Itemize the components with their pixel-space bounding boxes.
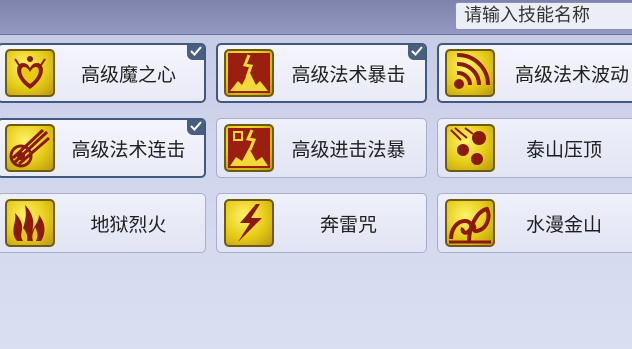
skill-card-label: 高级进击法暴 (291, 138, 406, 161)
skill-card-water-flood[interactable]: 水漫金山 (437, 193, 632, 253)
falling-rocks-icon (445, 124, 495, 172)
skill-card-spell-wave[interactable]: 高级法术波动 (437, 43, 632, 103)
checkmark-icon (187, 45, 204, 60)
skill-grid: 高级魔之心 高级法术暴击 高级法术波动 高级法术连击 高级进击法暴 泰山压顶 地… (0, 0, 632, 349)
skill-card-hellfire[interactable]: 地狱烈火 (0, 193, 206, 253)
water-flood-icon (445, 199, 495, 247)
skill-card-label: 高级法术波动 (515, 63, 630, 86)
skill-card-spell-combo[interactable]: 高级法术连击 (0, 118, 206, 178)
skill-card-lightning[interactable]: 奔雷咒 (216, 193, 427, 253)
spell-wave-icon (445, 49, 495, 97)
spell-crit-icon (224, 49, 274, 97)
skill-card-advance-crit[interactable]: 高级进击法暴 (216, 118, 427, 178)
skill-card-label: 地狱烈火 (90, 213, 167, 236)
checkmark-icon (187, 120, 204, 135)
skill-card-label: 高级魔之心 (80, 63, 176, 86)
advance-crit-icon (224, 124, 274, 172)
skill-card-label: 高级法术连击 (71, 138, 186, 161)
magic-heart-icon (5, 49, 55, 97)
skill-card-label: 奔雷咒 (319, 213, 377, 236)
skill-card-magic-heart[interactable]: 高级魔之心 (0, 43, 206, 103)
skill-card-label: 泰山压顶 (525, 138, 602, 161)
checkmark-icon (408, 45, 425, 60)
skill-card-spell-crit[interactable]: 高级法术暴击 (216, 43, 427, 103)
skill-card-falling-rocks[interactable]: 泰山压顶 (437, 118, 632, 178)
hellfire-icon (5, 199, 55, 247)
skill-card-label: 水漫金山 (525, 213, 602, 236)
lightning-icon (224, 199, 274, 247)
spell-combo-icon (5, 124, 55, 172)
skill-card-label: 高级法术暴击 (291, 63, 406, 86)
